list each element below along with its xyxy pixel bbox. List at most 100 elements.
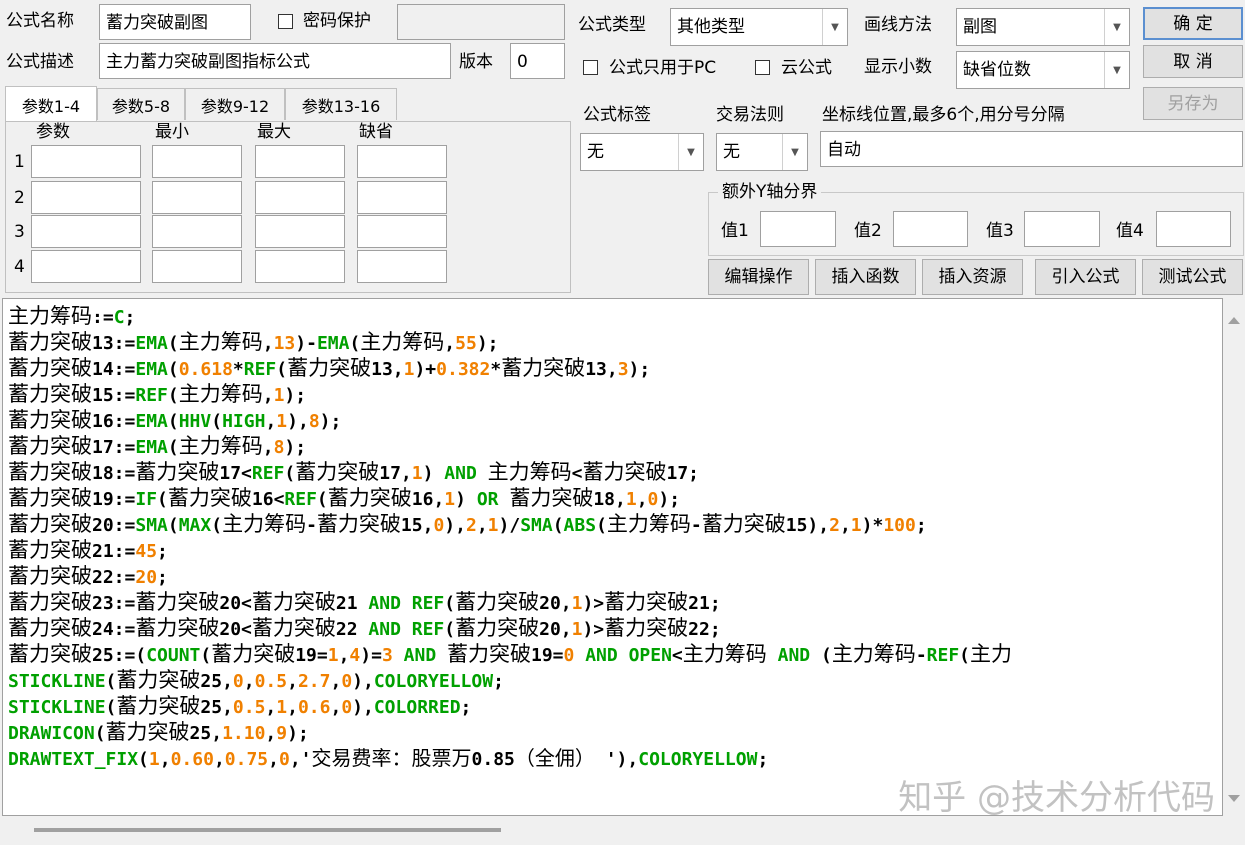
code-token: COUNT: [146, 645, 201, 666]
coord-line-input[interactable]: 自动: [820, 131, 1243, 167]
param-1-default-input[interactable]: [357, 145, 447, 178]
test-formula-button[interactable]: 测试公式: [1142, 259, 1243, 295]
horizontal-scroll-thumb[interactable]: [34, 828, 501, 832]
code-token: (: [349, 333, 361, 354]
formula-type-label: 公式类型: [578, 15, 646, 35]
cancel-button[interactable]: 取 消: [1143, 45, 1243, 78]
horizontal-scrollbar[interactable]: [2, 816, 1245, 845]
code-token: ,: [338, 645, 350, 666]
yaxis-value2-input[interactable]: [893, 211, 968, 247]
scroll-down-icon[interactable]: [1223, 783, 1245, 813]
chevron-down-icon[interactable]: ▼: [822, 9, 847, 45]
code-token: (: [94, 723, 106, 744]
code-token: 蓄力突破: [287, 356, 372, 380]
param-3-max-input[interactable]: [255, 215, 345, 248]
code-token: ;: [493, 671, 504, 692]
code-token: 蓄力突破: [604, 616, 689, 640]
code-token: (: [138, 749, 149, 770]
code-token: 主力筹码: [8, 304, 92, 328]
code-token: 55: [455, 333, 477, 354]
formula-tag-select[interactable]: 无 ▼: [580, 133, 704, 171]
formula-tag-value: 无: [587, 142, 604, 162]
code-token: 1: [444, 489, 456, 510]
edit-operation-button[interactable]: 编辑操作: [708, 259, 809, 295]
yaxis-value1-input[interactable]: [760, 211, 836, 247]
code-token: 蓄力突破: [8, 564, 92, 588]
code-token: C: [113, 307, 125, 328]
code-token: );: [287, 723, 309, 744]
cloud-formula-checkbox[interactable]: [755, 60, 770, 75]
param-1-max-input[interactable]: [255, 145, 345, 178]
code-token: 19=: [295, 645, 328, 666]
param-4-name-input[interactable]: [31, 250, 141, 283]
ok-button[interactable]: 确 定: [1143, 7, 1243, 40]
version-input[interactable]: 0: [510, 43, 565, 79]
insert-resource-button[interactable]: 插入资源: [922, 259, 1023, 295]
code-token: 22;: [688, 619, 721, 640]
param-4-default-input[interactable]: [357, 250, 447, 283]
formula-name-input[interactable]: 蓄力突破副图: [99, 4, 251, 40]
code-token: ,: [444, 333, 456, 354]
code-token: (: [167, 333, 179, 354]
param-2-max-input[interactable]: [255, 181, 345, 214]
code-token: EMA: [135, 411, 168, 432]
chevron-down-icon[interactable]: ▼: [1104, 9, 1129, 45]
param-2-default-input[interactable]: [357, 181, 447, 214]
param-2-min-input[interactable]: [152, 181, 242, 214]
code-token: 20,: [539, 593, 572, 614]
param-3-min-input[interactable]: [152, 215, 242, 248]
code-token: (: [200, 645, 212, 666]
code-line: 蓄力突破14:=EMA(0.618*REF(蓄力突破13,1)+0.382*蓄力…: [8, 355, 1012, 381]
vertical-scrollbar[interactable]: [1223, 298, 1245, 816]
formula-type-select[interactable]: 其他类型 ▼: [670, 8, 848, 46]
code-token: 0: [278, 749, 290, 770]
param-1-name-input[interactable]: [31, 145, 141, 178]
code-token: 蓄力突破: [8, 434, 92, 458]
param-3-name-input[interactable]: [31, 215, 141, 248]
code-token: 蓄力突破: [116, 694, 201, 718]
code-token: ;: [157, 541, 168, 562]
scroll-up-icon[interactable]: [1223, 306, 1245, 336]
code-editor[interactable]: 主力筹码:=C; 蓄力突破13:=EMA(主力筹码,13)-EMA(主力筹码,55…: [2, 298, 1223, 816]
code-token: 17:=: [92, 437, 136, 458]
chevron-down-icon[interactable]: ▼: [678, 134, 703, 170]
yaxis-value4-input[interactable]: [1156, 211, 1231, 247]
tab-params-9-12[interactable]: 参数9-12: [185, 88, 285, 120]
param-4-max-input[interactable]: [255, 250, 345, 283]
tab-params-1-4[interactable]: 参数1-4: [5, 86, 97, 122]
trade-rule-select[interactable]: 无 ▼: [716, 133, 808, 171]
code-token: 蓄力突破: [8, 356, 92, 380]
insert-function-button[interactable]: 插入函数: [815, 259, 916, 295]
code-token: )-: [295, 333, 317, 354]
code-token: 17<: [219, 463, 252, 484]
code-token: -: [915, 645, 927, 666]
password-protect-checkbox[interactable]: [278, 14, 293, 29]
code-token: OR: [476, 489, 499, 510]
code-token: 18,: [593, 489, 626, 510]
code-token: ,: [268, 749, 279, 770]
chevron-down-icon[interactable]: ▼: [782, 134, 807, 170]
code-token: 100: [883, 515, 916, 536]
pc-only-checkbox[interactable]: [583, 60, 598, 75]
code-token: 3: [381, 645, 393, 666]
param-1-min-input[interactable]: [152, 145, 242, 178]
formula-desc-input[interactable]: 主力蓄力突破副图指标公式: [99, 43, 451, 79]
code-token: 蓄力突破: [501, 356, 586, 380]
draw-method-select[interactable]: 副图 ▼: [956, 8, 1130, 46]
code-token: 13,: [585, 359, 618, 380]
yaxis-value4-label: 值4: [1116, 221, 1144, 241]
code-token: (: [211, 515, 223, 536]
tab-params-13-16[interactable]: 参数13-16: [285, 88, 397, 120]
import-formula-button[interactable]: 引入公式: [1035, 259, 1136, 295]
code-token: 蓄力突破: [167, 486, 252, 510]
yaxis-value3-input[interactable]: [1024, 211, 1100, 247]
param-2-name-input[interactable]: [31, 181, 141, 214]
tab-params-5-8[interactable]: 参数5-8: [97, 88, 185, 120]
chevron-down-icon[interactable]: ▼: [1104, 52, 1129, 88]
param-3-default-input[interactable]: [357, 215, 447, 248]
decimal-select[interactable]: 缺省位数 ▼: [956, 51, 1130, 89]
param-4-min-input[interactable]: [152, 250, 242, 283]
